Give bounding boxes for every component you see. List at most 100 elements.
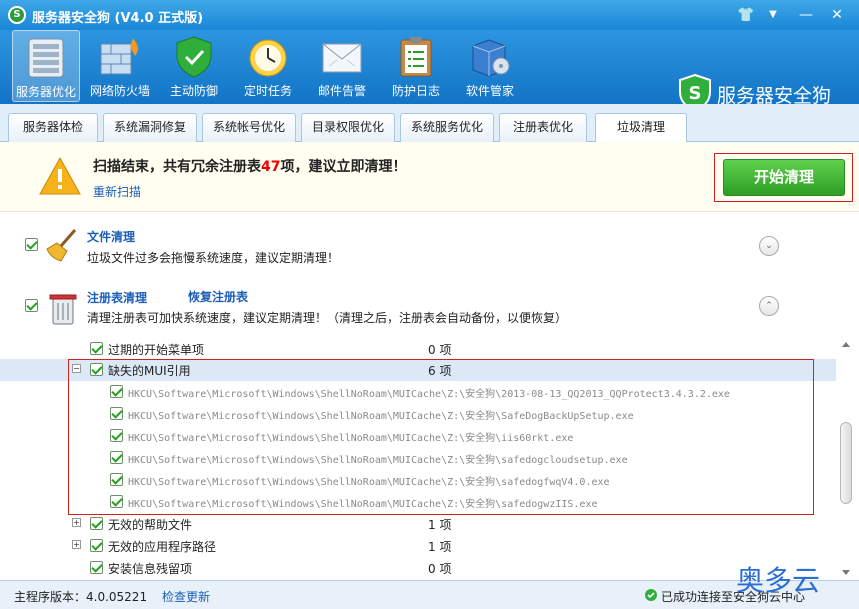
- firewall-icon: [100, 38, 139, 75]
- row-checkbox[interactable]: [90, 561, 103, 574]
- tab-account-optimize[interactable]: 系统帐号优化: [202, 113, 296, 142]
- tree-row[interactable]: + 无效的帮助文件 1 项: [0, 513, 836, 535]
- brand-letter: S: [689, 83, 702, 104]
- registry-path: HKCU\Software\Microsoft\Windows\ShellNoR…: [128, 433, 574, 444]
- scroll-down-arrow-icon[interactable]: [842, 570, 850, 575]
- tab-junk-clean[interactable]: 垃圾清理: [595, 113, 687, 143]
- tab-dir-permission[interactable]: 目录权限优化: [301, 113, 395, 142]
- tree-subrow[interactable]: HKCU\Software\Microsoft\Windows\ShellNoR…: [0, 403, 836, 425]
- cloud-check-icon: [645, 589, 657, 601]
- clock-icon: [249, 39, 287, 77]
- toolbar-label: 服务器优化: [15, 85, 76, 99]
- file-clean-section: 文件清理 垃圾文件过多会拖慢系统速度，建议定期清理！ ⌄: [0, 213, 840, 279]
- start-clean-button[interactable]: 开始清理: [723, 159, 845, 196]
- scan-msg-prefix: 扫描结束，共有冗余注册表: [93, 159, 261, 175]
- expand-chevron-down-icon[interactable]: ⌄: [759, 236, 779, 256]
- file-clean-checkbox[interactable]: [25, 238, 38, 251]
- check-update-link[interactable]: 检查更新: [162, 588, 210, 605]
- registry-path: HKCU\Software\Microsoft\Windows\ShellNoR…: [128, 455, 628, 466]
- toolbar-scheduled-task[interactable]: 定时任务: [234, 30, 302, 102]
- row-label: 缺失的MUI引用: [108, 364, 191, 378]
- restore-registry-link[interactable]: 恢复注册表: [188, 288, 248, 305]
- tab-registry-optimize[interactable]: 注册表优化: [499, 113, 587, 142]
- tree-subrow[interactable]: HKCU\Software\Microsoft\Windows\ShellNoR…: [0, 381, 836, 403]
- menu-button[interactable]: ▼: [762, 5, 784, 25]
- scan-result-message: 扫描结束，共有冗余注册表47项，建议立即清理！: [93, 156, 406, 176]
- toolbar-label: 主动防御: [169, 84, 218, 98]
- tree-subrow[interactable]: HKCU\Software\Microsoft\Windows\ShellNoR…: [0, 425, 836, 447]
- scan-msg-suffix: 项，建议立即清理！: [280, 159, 407, 175]
- toolbar-software-manager[interactable]: 软件管家: [456, 30, 524, 102]
- toolbar-active-defense[interactable]: 主动防御: [160, 30, 228, 102]
- status-bar: 主程序版本：4.0.05221 检查更新 已成功连接至安全狗云中心: [0, 580, 859, 609]
- toolbar-server-optimize[interactable]: 服务器优化: [12, 30, 80, 102]
- toolbar-label: 定时任务: [243, 84, 292, 98]
- scroll-up-arrow-icon[interactable]: [842, 342, 850, 347]
- rescan-link[interactable]: 重新扫描: [93, 183, 141, 200]
- row-count: 0 项: [428, 343, 452, 357]
- registry-path: HKCU\Software\Microsoft\Windows\ShellNoR…: [128, 389, 730, 400]
- expand-tree-icon[interactable]: +: [72, 540, 81, 549]
- row-label: 安装信息残留项: [108, 562, 193, 576]
- tab-service-optimize[interactable]: 系统服务优化: [400, 113, 494, 142]
- file-clean-desc: 垃圾文件过多会拖慢系统速度，建议定期清理！: [87, 251, 340, 265]
- row-label: 无效的帮助文件: [108, 518, 193, 532]
- broom-icon: [46, 229, 77, 262]
- version-text: 主程序版本：4.0.05221: [14, 590, 148, 604]
- clipboard-icon: [400, 37, 432, 77]
- collapse-chevron-up-icon[interactable]: ⌃: [759, 296, 779, 316]
- tree-row[interactable]: + 无效的应用程序路径 1 项: [0, 535, 836, 557]
- watermark: 奥多云: [736, 564, 821, 597]
- title-bar: S 服务器安全狗 (V4.0 正式版) 👕 ▼ — ✕: [0, 0, 859, 30]
- tree-row[interactable]: 安装信息残留项 0 项: [0, 557, 836, 579]
- registry-clean-desc: 清理注册表可加快系统速度，建议定期清理！（清理之后，注册表会自动备份，以便恢复）: [87, 311, 568, 325]
- close-button[interactable]: ✕: [826, 5, 848, 25]
- minimize-button[interactable]: —: [795, 5, 817, 25]
- skin-button[interactable]: 👕: [735, 5, 757, 25]
- row-checkbox[interactable]: [90, 517, 103, 530]
- row-checkbox[interactable]: [110, 385, 123, 398]
- row-count: 1 项: [428, 518, 452, 532]
- row-checkbox[interactable]: [90, 363, 103, 376]
- registry-clean-title[interactable]: 注册表清理: [87, 289, 147, 306]
- collapse-tree-icon[interactable]: −: [72, 364, 81, 373]
- tree-subrow[interactable]: HKCU\Software\Microsoft\Windows\ShellNoR…: [0, 491, 836, 513]
- toolbar-label: 邮件告警: [317, 84, 366, 98]
- tab-server-checkup[interactable]: 服务器体检: [8, 113, 98, 142]
- software-box-icon: [472, 39, 510, 77]
- tab-bar: 服务器体检 系统漏洞修复 系统帐号优化 目录权限优化 系统服务优化 注册表优化 …: [0, 104, 859, 143]
- toolbar-protection-log[interactable]: 防护日志: [382, 30, 450, 102]
- mail-icon: [322, 43, 362, 73]
- row-checkbox[interactable]: [110, 429, 123, 442]
- row-label: 过期的开始菜单项: [108, 343, 205, 357]
- tree-row[interactable]: − 缺失的MUI引用 6 项: [0, 359, 836, 381]
- row-checkbox[interactable]: [90, 539, 103, 552]
- row-count: 6 项: [428, 364, 452, 378]
- scroll-thumb[interactable]: [840, 422, 852, 504]
- app-logo-icon: S: [8, 6, 26, 24]
- file-clean-title[interactable]: 文件清理: [87, 228, 135, 245]
- row-checkbox[interactable]: [90, 342, 103, 355]
- tab-vuln-fix[interactable]: 系统漏洞修复: [103, 113, 197, 142]
- toolbar-firewall[interactable]: 网络防火墙: [86, 30, 154, 102]
- toolbar-label: 网络防火墙: [89, 84, 150, 98]
- row-checkbox[interactable]: [110, 451, 123, 464]
- row-checkbox[interactable]: [110, 407, 123, 420]
- start-button-highlight: 开始清理: [714, 153, 853, 202]
- trash-can-icon: [49, 294, 77, 325]
- shield-icon: [176, 36, 212, 78]
- toolbar-mail-alert[interactable]: 邮件告警: [308, 30, 376, 102]
- tree-subrow[interactable]: HKCU\Software\Microsoft\Windows\ShellNoR…: [0, 447, 836, 469]
- main-toolbar: 服务器优化 网络防火墙 主动防御 定时任务 邮件告警 防护日志 软件管家 S 服…: [0, 30, 859, 112]
- tree-scrollbar[interactable]: [838, 338, 854, 580]
- expand-tree-icon[interactable]: +: [72, 518, 81, 527]
- toolbar-label: 防护日志: [391, 84, 440, 98]
- row-checkbox[interactable]: [110, 473, 123, 486]
- row-label: 无效的应用程序路径: [108, 540, 217, 554]
- registry-path: HKCU\Software\Microsoft\Windows\ShellNoR…: [128, 477, 610, 488]
- registry-path: HKCU\Software\Microsoft\Windows\ShellNoR…: [128, 499, 598, 510]
- tree-row[interactable]: 过期的开始菜单项 0 项: [0, 338, 836, 360]
- tree-subrow[interactable]: HKCU\Software\Microsoft\Windows\ShellNoR…: [0, 469, 836, 491]
- registry-clean-checkbox[interactable]: [25, 299, 38, 312]
- row-checkbox[interactable]: [110, 495, 123, 508]
